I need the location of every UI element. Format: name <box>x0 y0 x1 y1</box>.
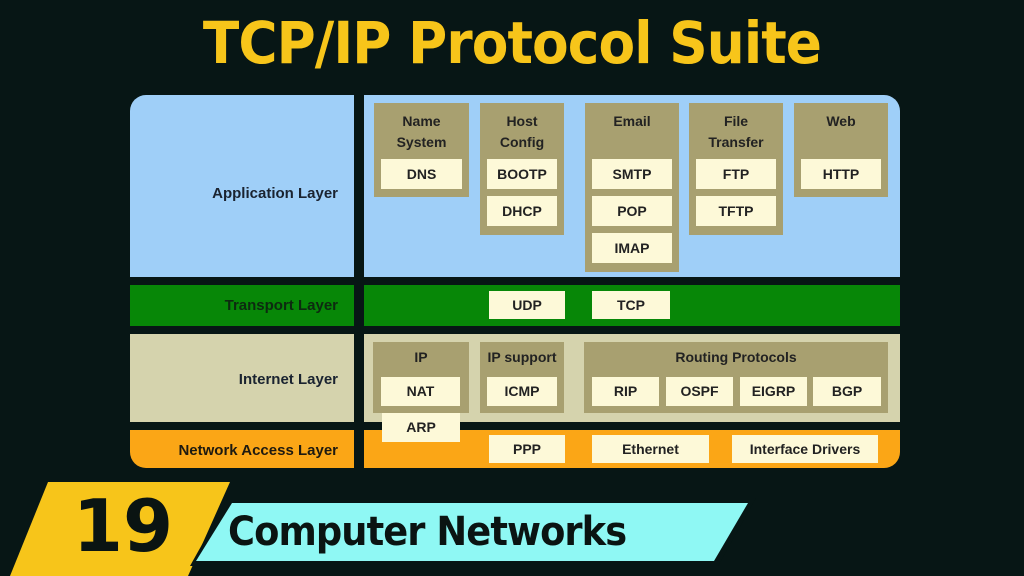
protocol-interface-drivers: Interface Drivers <box>732 435 878 463</box>
group-web: Web HTTP <box>794 103 888 197</box>
group-ip: IP NAT <box>373 342 469 413</box>
network-access-layer-label: Network Access Layer <box>178 442 338 459</box>
application-layer-label: Application Layer <box>212 185 338 202</box>
transport-layer-content: UDP TCP <box>364 285 900 326</box>
group-title: Transfer <box>708 134 764 150</box>
application-layer-content: Name System DNS Host Config BOOTP DHCP E… <box>364 95 900 277</box>
group-file-transfer: File Transfer FTP TFTP <box>689 103 783 235</box>
group-email: Email SMTP POP IMAP <box>585 103 679 272</box>
internet-layer-label: Internet Layer <box>238 371 338 388</box>
protocol-ftp: FTP <box>696 159 776 189</box>
group-title: Routing Protocols <box>675 349 797 365</box>
group-title: IP <box>414 349 428 365</box>
protocol-tcp: TCP <box>592 291 670 319</box>
protocol-pop: POP <box>592 196 672 226</box>
protocol-arp: ARP <box>382 413 460 442</box>
group-title: Config <box>499 134 545 150</box>
protocol-udp: UDP <box>489 291 565 319</box>
group-host-config: Host Config BOOTP DHCP <box>480 103 564 235</box>
group-name-system: Name System DNS <box>374 103 469 197</box>
protocol-icmp: ICMP <box>487 377 557 406</box>
group-title: Name <box>402 113 441 129</box>
group-title: Host <box>506 113 538 129</box>
group-ip-support: IP support ICMP <box>480 342 564 413</box>
protocol-dhcp: DHCP <box>487 196 557 226</box>
protocol-rip: RIP <box>592 377 659 406</box>
page-title: TCP/IP Protocol Suite <box>202 9 822 77</box>
series-title: Computer Networks <box>228 509 627 555</box>
protocol-imap: IMAP <box>592 233 672 263</box>
transport-layer-label: Transport Layer <box>224 297 338 314</box>
protocol-smtp: SMTP <box>592 159 672 189</box>
network-access-layer-label-cell: Network Access Layer <box>130 430 354 468</box>
group-routing-protocols: Routing Protocols RIP OSPF EIGRP BGP <box>584 342 888 413</box>
episode-number: 19 <box>72 484 174 568</box>
protocol-ppp: PPP <box>489 435 565 463</box>
internet-layer-label-cell: Internet Layer <box>130 334 354 422</box>
protocol-http: HTTP <box>801 159 881 189</box>
protocol-tftp: TFTP <box>696 196 776 226</box>
protocol-ospf: OSPF <box>666 377 733 406</box>
protocol-bootp: BOOTP <box>487 159 557 189</box>
group-title: File <box>723 113 749 129</box>
protocol-dns: DNS <box>381 159 462 189</box>
protocol-ethernet: Ethernet <box>592 435 709 463</box>
protocol-bgp: BGP <box>813 377 881 406</box>
protocol-nat: NAT <box>381 377 460 406</box>
group-title: Email <box>613 113 651 129</box>
internet-layer-content: IP NAT IP support ICMP Routing Protocols… <box>364 334 900 422</box>
transport-layer-label-cell: Transport Layer <box>130 285 354 326</box>
group-title: IP support <box>487 349 557 365</box>
application-layer-label-cell: Application Layer <box>130 95 354 277</box>
group-title: Web <box>826 113 856 129</box>
group-title: System <box>396 134 447 150</box>
protocol-eigrp: EIGRP <box>740 377 807 406</box>
